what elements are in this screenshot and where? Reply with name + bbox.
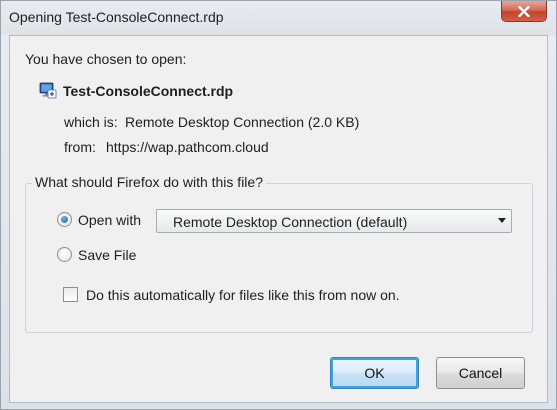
open-with-label[interactable]: Open with: [78, 212, 141, 228]
close-icon: [518, 5, 530, 17]
auto-checkbox[interactable]: [63, 287, 78, 302]
dialog-window: Opening Test-ConsoleConnect.rdp You have…: [0, 0, 557, 410]
file-name: Test-ConsoleConnect.rdp: [63, 83, 234, 99]
chevron-down-icon: [498, 218, 506, 223]
window-title: Opening Test-ConsoleConnect.rdp: [9, 9, 224, 25]
open-with-select-value: Remote Desktop Connection (default): [173, 214, 408, 230]
from-label: from:: [64, 139, 96, 155]
from-value: https://wap.pathcom.cloud: [106, 139, 269, 155]
cancel-button[interactable]: Cancel: [436, 357, 525, 389]
open-with-radio[interactable]: [57, 212, 72, 227]
close-button[interactable]: [501, 1, 547, 22]
title-bar[interactable]: Opening Test-ConsoleConnect.rdp: [1, 1, 556, 35]
ok-button[interactable]: OK: [330, 357, 419, 389]
save-file-label[interactable]: Save File: [78, 247, 136, 263]
save-file-radio[interactable]: [57, 247, 72, 262]
action-group-legend: What should Firefox do with this file?: [32, 174, 266, 190]
which-is-value: Remote Desktop Connection (2.0 KB): [125, 114, 360, 130]
open-with-select[interactable]: Remote Desktop Connection (default): [156, 209, 512, 233]
which-is-label: which is:: [64, 114, 118, 130]
auto-checkbox-label[interactable]: Do this automatically for files like thi…: [86, 287, 400, 303]
intro-text: You have chosen to open:: [25, 51, 187, 67]
dialog-content: You have chosen to open: Test-ConsoleCon…: [9, 35, 548, 403]
remote-desktop-file-icon: [39, 82, 57, 99]
